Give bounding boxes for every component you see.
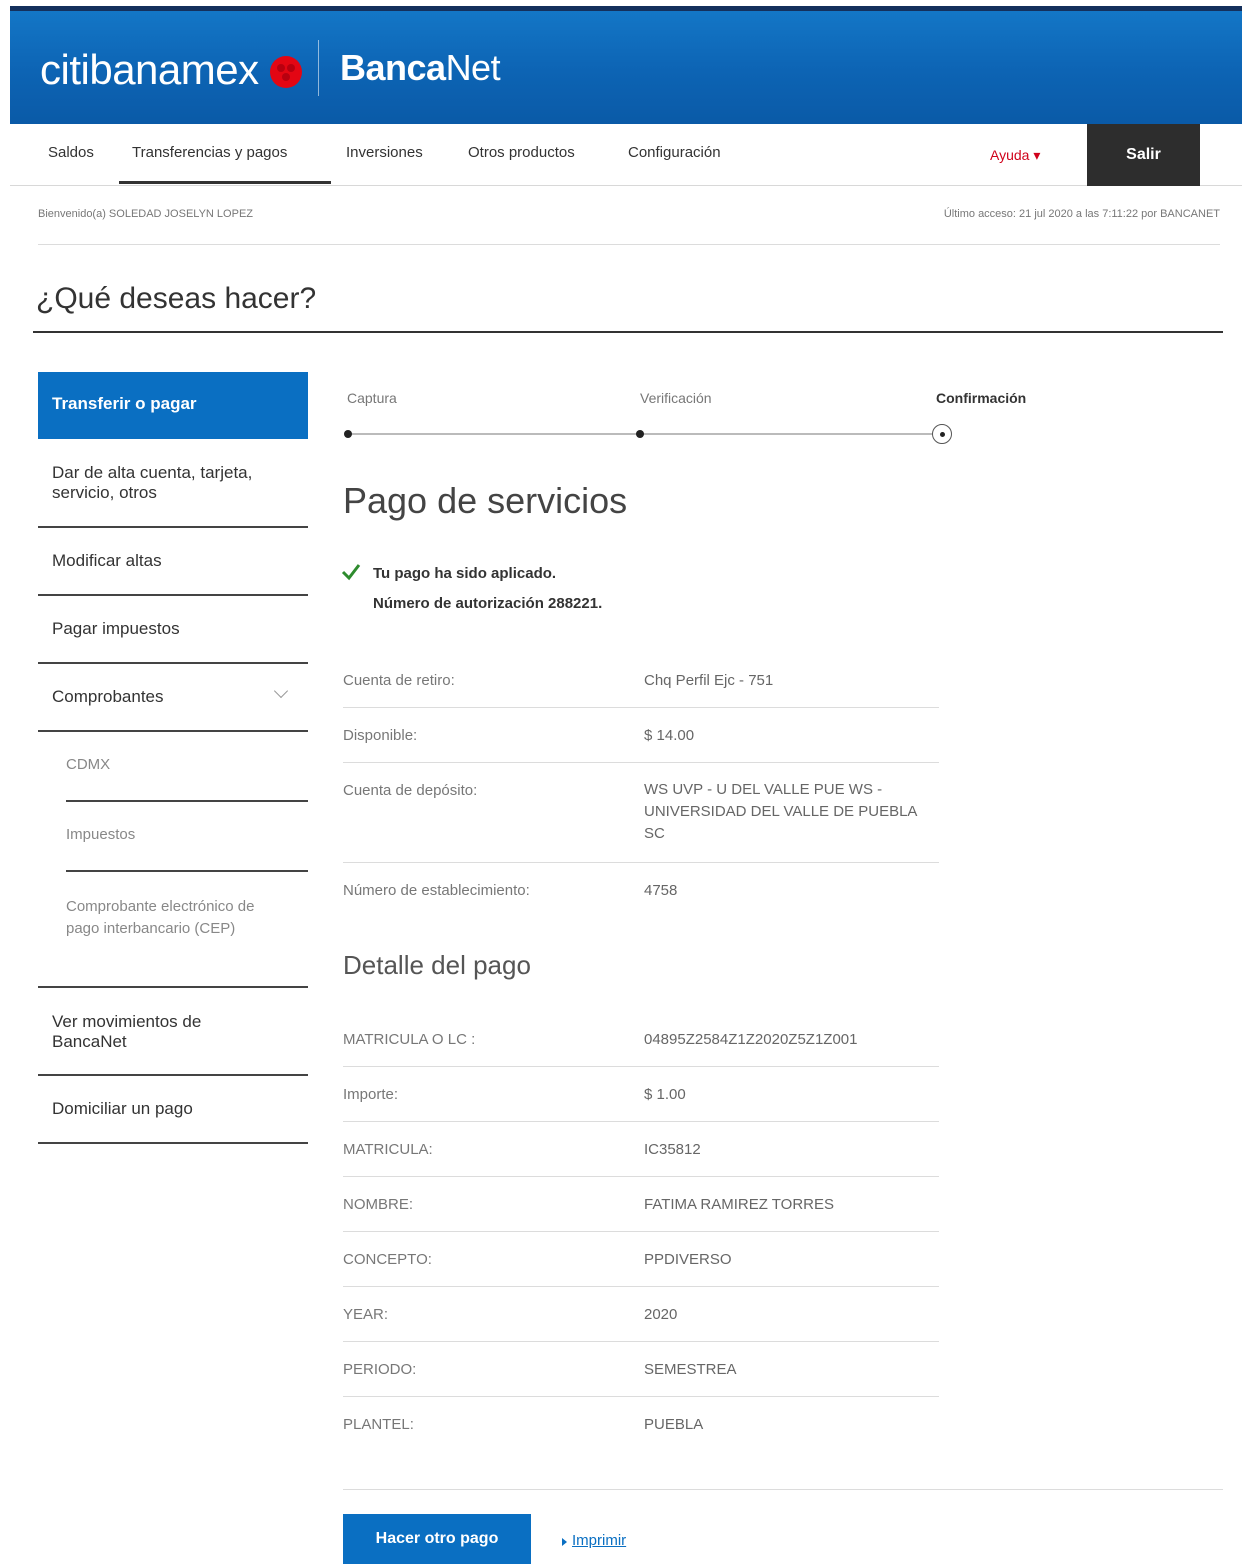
chevron-down-icon [273, 683, 289, 699]
row-label: MATRICULA: [343, 1141, 433, 1158]
sidebar-subitem-label: Comprobante electrónico de pago interban… [66, 898, 255, 937]
print-link[interactable]: Imprimir [572, 1532, 626, 1549]
sidebar-item-label: Pagar impuestos [52, 619, 180, 638]
detail-row-importe: Importe: $ 1.00 [343, 1067, 939, 1122]
section-title: Pago de servicios [343, 480, 628, 521]
sidebar-item-dar-de-alta[interactable]: Dar de alta cuenta, tarjeta, servicio, o… [38, 439, 308, 528]
help-label: Ayuda [990, 147, 1030, 163]
check-icon [341, 564, 361, 581]
detail-row-cuenta-retiro: Cuenta de retiro: Chq Perfil Ejc - 751 [343, 664, 939, 708]
sidebar-item-comprobantes[interactable]: Comprobantes [38, 664, 308, 732]
detail-row-cuenta-deposito: Cuenta de depósito: WS UVP - U DEL VALLE… [343, 763, 939, 863]
confirmation-message: Tu pago ha sido aplicado. [373, 565, 557, 582]
sidebar-item-label: Modificar altas [52, 551, 162, 570]
another-payment-button[interactable]: Hacer otro pago [343, 1514, 531, 1564]
detail-row-matricula-lc: MATRICULA O LC : 04895Z2584Z1Z2020Z5Z1Z0… [343, 1012, 939, 1067]
row-label: CONCEPTO: [343, 1251, 432, 1268]
row-label: YEAR: [343, 1306, 389, 1323]
step-dot-verificacion [636, 430, 644, 438]
sidebar-item-transferir[interactable]: Transferir o pagar [38, 372, 308, 439]
row-value: 4758 [644, 882, 678, 899]
sidebar-subitem-cdmx[interactable]: CDMX [66, 732, 308, 802]
row-value: PPDIVERSO [644, 1251, 732, 1268]
row-label: Cuenta de retiro: [343, 672, 455, 689]
row-label: PLANTEL: [343, 1416, 414, 1433]
row-label: Importe: [343, 1086, 399, 1103]
help-menu[interactable]: Ayuda ▾ [990, 147, 1040, 164]
step-confirmacion: Confirmación [936, 390, 1027, 406]
bancanet-logo: BancaNet [340, 47, 501, 89]
payment-detail-title: Detalle del pago [343, 950, 531, 980]
caret-down-icon: ▾ [1033, 147, 1041, 163]
nav-active-indicator [119, 181, 331, 184]
row-value: Chq Perfil Ejc - 751 [644, 672, 774, 689]
authorization-number: Número de autorización 288221. [373, 595, 603, 612]
detail-row-nombre: NOMBRE: FATIMA RAMIREZ TORRES [343, 1177, 939, 1232]
header-top-line [10, 6, 1242, 11]
banamex-logo-icon [270, 56, 302, 88]
nav-item-inversiones[interactable]: Inversiones [346, 144, 423, 161]
arrow-right-icon [562, 1538, 567, 1546]
step-dot-confirmacion [932, 424, 952, 444]
sidebar-item-domiciliar[interactable]: Domiciliar un pago [38, 1076, 308, 1144]
citibanamex-logo-text[interactable]: citibanamex [40, 46, 259, 94]
session-info: Bienvenido(a) SOLEDAD JOSELYN LOPEZ Últi… [38, 208, 1220, 220]
row-value: 04895Z2584Z1Z2020Z5Z1Z001 [644, 1031, 858, 1048]
bancanet-logo-net: Net [445, 47, 501, 88]
sidebar-item-label: Dar de alta cuenta, tarjeta, servicio, o… [52, 463, 253, 502]
main-nav: Saldos Transferencias y pagos Inversione… [10, 124, 1242, 186]
step-dot-captura [344, 430, 352, 438]
row-label: Número de establecimiento: [343, 882, 530, 899]
page-title: ¿Qué deseas hacer? [36, 282, 317, 315]
divider [343, 1489, 1223, 1490]
detail-row-disponible: Disponible: $ 14.00 [343, 708, 939, 763]
bancanet-logo-banca: Banca [340, 47, 446, 88]
divider [38, 244, 1220, 245]
row-value: 2020 [644, 1306, 678, 1323]
sidebar-subitem-label: Impuestos [66, 826, 136, 843]
row-value: SEMESTREA [644, 1361, 737, 1378]
sidebar-item-label: Domiciliar un pago [52, 1099, 193, 1118]
sidebar-item-label: Ver movimientos de BancaNet [52, 1012, 202, 1051]
detail-row-matricula: MATRICULA: IC35812 [343, 1122, 939, 1177]
sidebar-subitem-impuestos[interactable]: Impuestos [66, 802, 308, 872]
row-value: PUEBLA [644, 1416, 704, 1433]
sidebar-subitem-label: CDMX [66, 756, 111, 773]
logout-button[interactable]: Salir [1087, 124, 1200, 186]
header-bar: citibanamex BancaNet [10, 6, 1242, 124]
logo-divider [318, 40, 319, 96]
row-value: $ 14.00 [644, 727, 695, 744]
sidebar-item-ver-movimientos[interactable]: Ver movimientos de BancaNet [38, 988, 308, 1076]
row-value: WS UVP - U DEL VALLE PUE WS - UNIVERSIDA… [644, 781, 917, 842]
nav-item-transferencias[interactable]: Transferencias y pagos [132, 144, 287, 161]
detail-row-plantel: PLANTEL: PUEBLA [343, 1397, 939, 1452]
step-verificacion: Verificación [640, 390, 712, 406]
sidebar-item-pagar-impuestos[interactable]: Pagar impuestos [38, 596, 308, 664]
nav-item-configuracion[interactable]: Configuración [628, 144, 721, 161]
row-label: PERIODO: [343, 1361, 417, 1378]
row-value: FATIMA RAMIREZ TORRES [644, 1196, 835, 1213]
nav-item-saldos[interactable]: Saldos [48, 144, 94, 161]
row-label: NOMBRE: [343, 1196, 414, 1213]
sidebar-subitem-cep[interactable]: Comprobante electrónico de pago interban… [38, 872, 308, 988]
title-underline [33, 331, 1223, 333]
detail-row-concepto: CONCEPTO: PPDIVERSO [343, 1232, 939, 1287]
sidebar-item-label: Comprobantes [52, 687, 164, 706]
row-value: $ 1.00 [644, 1086, 686, 1103]
last-access-text: Último acceso: 21 jul 2020 a las 7:11:22… [943, 208, 1220, 220]
row-label: Disponible: [343, 727, 418, 744]
detail-row-establecimiento: Número de establecimiento: 4758 [343, 863, 939, 918]
step-captura: Captura [347, 390, 397, 406]
welcome-text: Bienvenido(a) SOLEDAD JOSELYN LOPEZ [38, 208, 253, 220]
nav-item-otros-productos[interactable]: Otros productos [468, 144, 575, 161]
detail-row-periodo: PERIODO: SEMESTREA [343, 1342, 939, 1397]
row-value: IC35812 [644, 1141, 701, 1158]
row-label: MATRICULA O LC : [343, 1031, 476, 1048]
step-progress-line [348, 433, 942, 435]
sidebar-item-modificar-altas[interactable]: Modificar altas [38, 528, 308, 596]
detail-row-year: YEAR: 2020 [343, 1287, 939, 1342]
row-label: Cuenta de depósito: [343, 782, 478, 799]
